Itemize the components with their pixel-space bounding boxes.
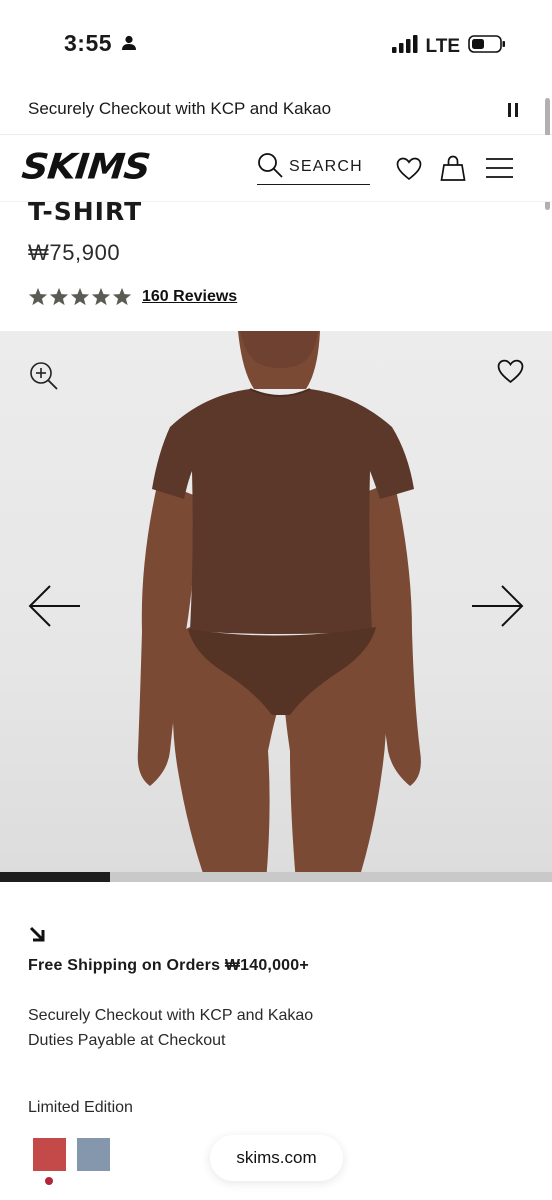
next-arrow-icon[interactable] [470, 583, 524, 634]
network-label: LTE [425, 35, 460, 57]
wishlist-heart-icon[interactable] [497, 359, 524, 389]
color-swatch-red[interactable] [33, 1138, 66, 1171]
star-icon [91, 287, 111, 306]
browser-url-pill[interactable]: skims.com [210, 1135, 343, 1181]
star-icon [49, 287, 69, 306]
edition-label: Limited Edition [28, 1099, 133, 1116]
status-time: 3:55 [64, 30, 113, 56]
announcement-bar: Securely Checkout with KCP and Kakao [0, 84, 552, 135]
arrow-down-right-icon [28, 925, 46, 948]
product-image-gallery[interactable] [0, 331, 552, 882]
product-rating[interactable]: 160 Reviews [28, 287, 237, 306]
url-text: skims.com [236, 1148, 317, 1167]
search-icon [257, 152, 283, 183]
battery-icon [468, 34, 506, 59]
product-price: ₩75,900 [28, 240, 121, 265]
product-title: T-SHIRT [28, 197, 143, 226]
announcement-text: Securely Checkout with KCP and Kakao [28, 99, 332, 118]
color-swatch-blue[interactable] [77, 1138, 110, 1171]
secure-checkout-text: Securely Checkout with KCP and Kakao [28, 1007, 314, 1024]
gallery-progress-fill [0, 872, 110, 882]
zoom-in-icon[interactable] [29, 361, 59, 396]
free-shipping-text: Free Shipping on Orders ₩140,000+ [28, 957, 309, 974]
selected-swatch-indicator [45, 1177, 53, 1185]
heart-icon[interactable] [396, 157, 422, 186]
star-icon [112, 287, 132, 306]
pause-icon[interactable] [507, 103, 519, 117]
menu-icon[interactable] [486, 157, 513, 184]
reviews-link[interactable]: 160 Reviews [142, 288, 237, 306]
rating-stars [28, 287, 132, 306]
previous-arrow-icon[interactable] [28, 583, 82, 634]
star-icon [28, 287, 48, 306]
status-indicators: LTE [391, 34, 506, 59]
brand-logo[interactable]: SKIMS [20, 146, 152, 187]
site-header: SKIMS SEARCH [0, 135, 552, 202]
shopping-bag-icon[interactable] [440, 154, 466, 187]
star-icon [70, 287, 90, 306]
duties-text: Duties Payable at Checkout [28, 1032, 226, 1049]
search-button[interactable]: SEARCH [257, 150, 370, 185]
search-label: SEARCH [289, 158, 363, 175]
person-icon [121, 35, 137, 56]
signal-icon [391, 35, 418, 58]
